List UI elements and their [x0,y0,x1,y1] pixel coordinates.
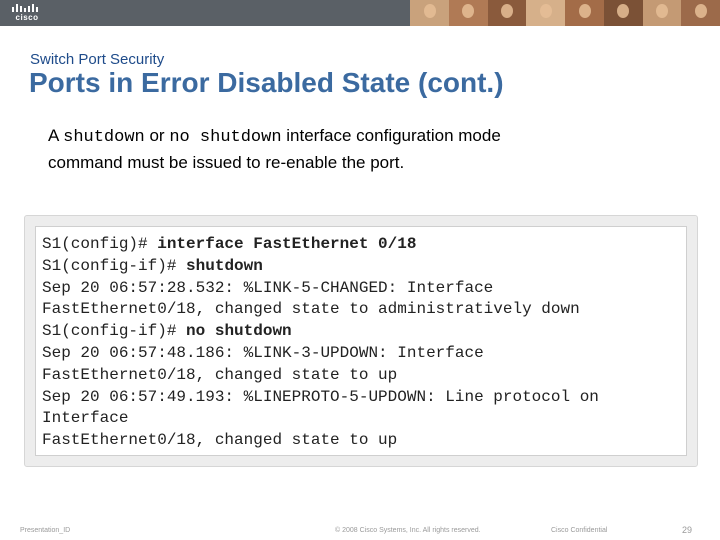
header-photo [642,0,682,26]
command-shutdown: shutdown [63,128,145,147]
cli-line: Sep 20 06:57:48.186: %LINK-3-UPDOWN: Int… [42,343,599,365]
cli-line-text: Sep 20 06:57:48.186: %LINK-3-UPDOWN: Int… [42,343,484,362]
logo-text: cisco [15,13,39,22]
cli-line: FastEthernet0/18, changed state to admin… [42,299,599,321]
section-subtitle: Switch Port Security [30,51,165,68]
cli-output-lines: S1(config)# interface FastEthernet 0/18 S… [42,234,599,452]
cli-command: interface FastEthernet 0/18 [157,235,417,253]
description-or: or [144,126,170,145]
header-photo-strip [410,0,720,26]
page-number: 29 [682,525,693,535]
description-prefix: A [48,126,64,145]
header-photo [448,0,488,26]
cli-line-text: S1(config)# [42,235,158,253]
cli-line-text: FastEthernet0/18, changed state to admin… [42,300,580,319]
header-photo [487,0,527,26]
header-photo [410,0,449,26]
cli-line: S1(config)# interface FastEthernet 0/18 [42,234,599,256]
cli-line-text: FastEthernet0/18, changed state to up [42,365,398,384]
description: A shutdown or no shutdown interface conf… [48,123,688,175]
cli-output-box: S1(config)# interface FastEthernet 0/18 S… [35,226,687,456]
header-bar: cisco [0,0,720,26]
cli-line: FastEthernet0/18, changed state to up [42,430,599,452]
cli-line-text: S1(config-if)# [42,322,187,341]
cli-line-text: S1(config-if)# [42,256,187,275]
header-photo [565,0,604,26]
cli-line: S1(config-if)# no shutdown [42,321,599,343]
cisco-bars-icon [12,4,38,12]
cli-line: Sep 20 06:57:49.193: %LINEPROTO-5-UPDOWN… [42,387,599,409]
header-photo [526,0,565,26]
cli-line-text: FastEthernet0/18, changed state to up [42,431,398,450]
footer-presentation-id: Presentation_ID [20,527,71,534]
cli-line: FastEthernet0/18, changed state to up [42,365,599,387]
cli-command: no shutdown [186,322,292,341]
cli-line-text: Sep 20 06:57:49.193: %LINEPROTO-5-UPDOWN… [42,387,599,406]
cli-line-text: Interface [42,409,129,428]
command-no-shutdown: no shutdown [169,128,282,147]
cli-command: shutdown [186,256,263,275]
cli-line: Interface [42,408,599,430]
header-photo [681,0,720,26]
header-photo [603,0,643,26]
description-line2: command must be issued to re-enable the … [48,153,405,172]
page-title: Ports in Error Disabled State (cont.) [29,67,504,98]
cli-line: S1(config-if)# shutdown [42,256,599,278]
cli-output-panel: S1(config)# interface FastEthernet 0/18 S… [24,215,698,467]
description-rest: interface configuration mode [281,126,501,145]
cli-line: Sep 20 06:57:28.532: %LINK-5-CHANGED: In… [42,278,599,300]
cli-line-text: Sep 20 06:57:28.532: %LINK-5-CHANGED: In… [42,278,494,297]
footer-confidential: Cisco Confidential [551,527,608,534]
cisco-logo: cisco [10,3,44,23]
footer-copyright: © 2008 Cisco Systems, Inc. All rights re… [335,527,481,534]
